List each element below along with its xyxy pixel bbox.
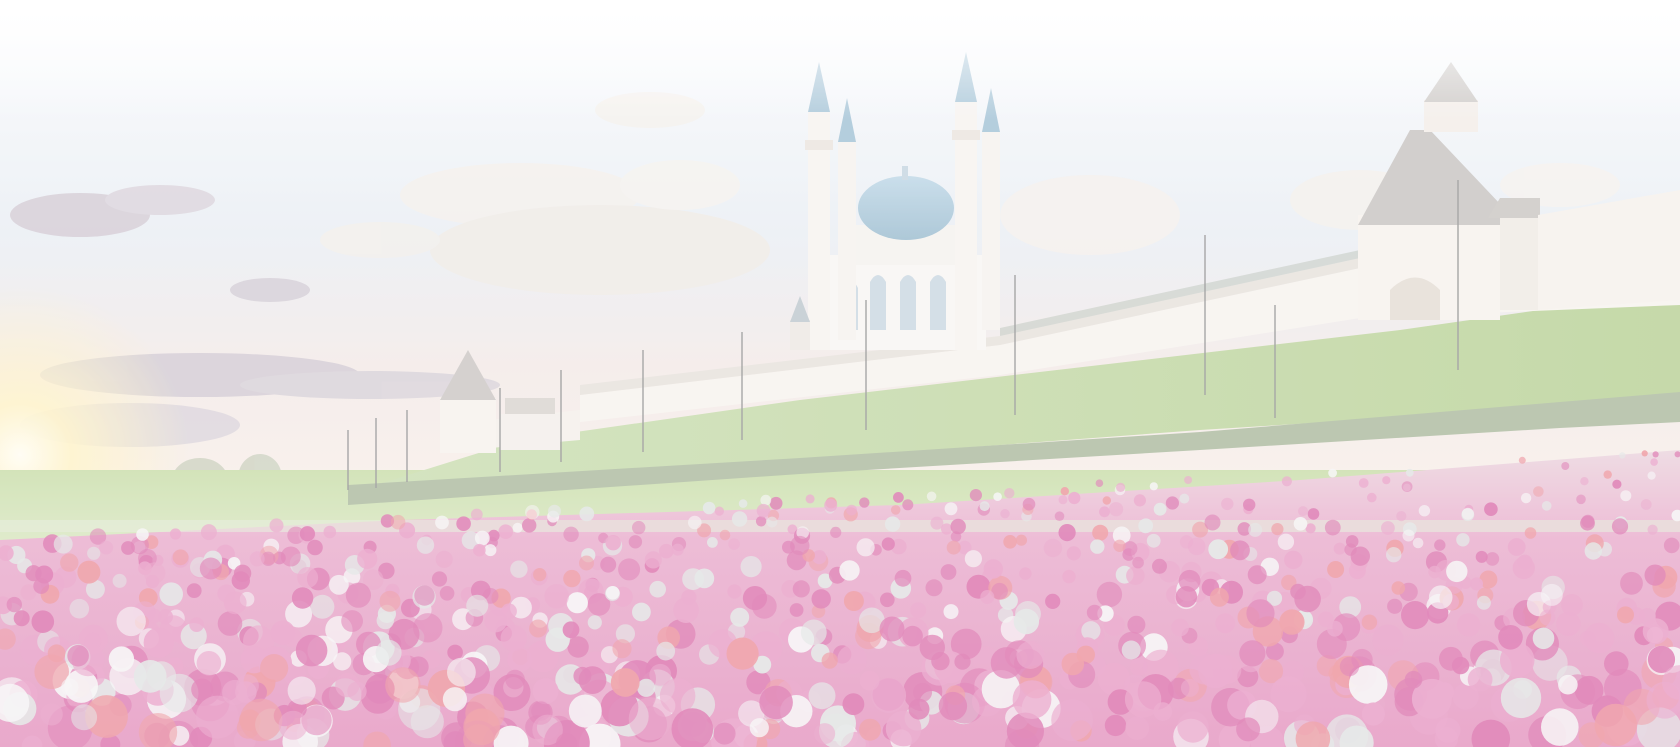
hero-background-photo [0, 0, 1680, 747]
light-wash-overlay [0, 0, 1680, 747]
kazan-kremlin-photo [0, 0, 1680, 747]
